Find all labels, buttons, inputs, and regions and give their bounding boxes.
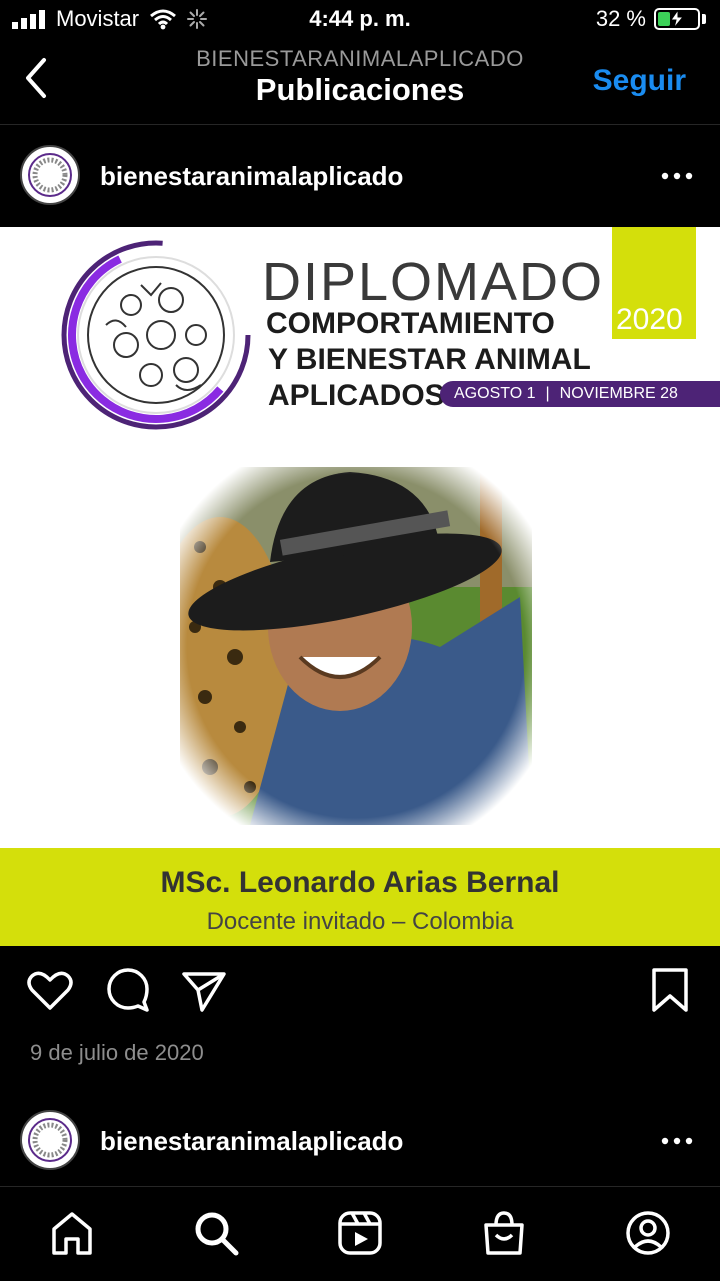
next-post-header: bienestaranimalaplicado [0, 1090, 720, 1190]
banner-title: DIPLOMADO [262, 252, 605, 312]
next-avatar[interactable] [20, 1110, 80, 1170]
more-options-button[interactable] [660, 169, 694, 181]
follow-button[interactable]: Seguir [593, 64, 686, 98]
save-button[interactable] [646, 966, 694, 1014]
like-button[interactable] [26, 966, 74, 1014]
caption-band: MSc. Leonardo Arias Bernal Docente invit… [0, 848, 720, 946]
post-header: bienestaranimalaplicado [0, 125, 720, 225]
diploma-logo [61, 240, 251, 430]
banner-line-2: COMPORTAMIENTO [266, 307, 555, 340]
post-image[interactable]: DIPLOMADO COMPORTAMIENTO Y BIENESTAR ANI… [0, 227, 720, 946]
avatar[interactable] [20, 145, 80, 205]
more-icon [661, 172, 693, 180]
comment-icon [107, 968, 149, 1012]
bottom-tab-bar [0, 1186, 720, 1281]
tab-reels[interactable] [336, 1209, 384, 1257]
portrait-illustration [180, 467, 532, 825]
status-bar: Movistar 4:44 p. m. 32 % [0, 0, 720, 40]
heart-icon [27, 971, 73, 1010]
tab-search[interactable] [192, 1209, 240, 1257]
tab-shop[interactable] [480, 1209, 528, 1257]
tab-profile[interactable] [624, 1209, 672, 1257]
battery-percent: 32 % [595, 6, 646, 31]
bookmark-icon [652, 968, 688, 1012]
status-right: 32 % [596, 6, 706, 32]
banner-year: 2020 [616, 303, 683, 336]
charging-bolt-icon [670, 10, 685, 28]
banner-line-3: Y BIENESTAR ANIMAL [268, 343, 591, 376]
home-icon [52, 1212, 92, 1255]
logo-avatar-icon [28, 153, 72, 197]
share-icon [182, 972, 226, 1012]
guest-role: Docente invitado – Colombia [206, 908, 514, 935]
more-icon [661, 1137, 693, 1145]
date-end: NOVIEMBRE 28 [559, 385, 678, 402]
tab-home[interactable] [48, 1209, 96, 1257]
date-separator: | [545, 385, 550, 402]
date-bar: AGOSTO 1 | NOVIEMBRE 28 [440, 381, 720, 407]
post-username[interactable]: bienestaranimalaplicado [100, 161, 403, 192]
portrait-photo [180, 467, 532, 825]
comment-button[interactable] [104, 966, 152, 1014]
next-post-username[interactable]: bienestaranimalaplicado [100, 1126, 403, 1157]
next-more-options-button[interactable] [660, 1134, 694, 1146]
reels-icon [338, 1211, 382, 1255]
profile-icon [626, 1211, 670, 1255]
banner-line-4: APLICADOS [268, 379, 445, 412]
top-navigation: BIENESTARANIMALAPLICADO Publicaciones Se… [0, 40, 720, 125]
search-icon [195, 1212, 239, 1256]
logo-avatar-icon [28, 1118, 72, 1162]
guest-name: MSc. Leonardo Arias Bernal [160, 866, 560, 899]
post-date: 9 de julio de 2020 [30, 1040, 204, 1065]
battery-icon [654, 8, 700, 30]
shop-icon [484, 1211, 524, 1255]
battery-tip [702, 14, 706, 24]
share-button[interactable] [180, 966, 228, 1014]
date-start: AGOSTO 1 [454, 385, 536, 402]
post-actions [0, 960, 720, 1020]
